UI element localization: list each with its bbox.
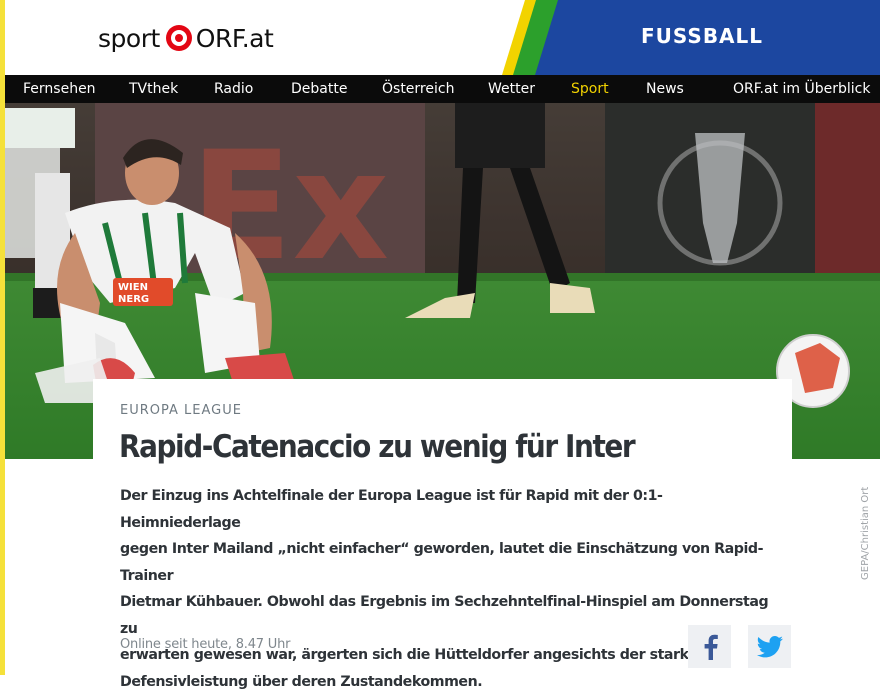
logo-sport-text: sport: [98, 24, 160, 53]
nav-item-radio[interactable]: Radio: [214, 75, 253, 103]
main-nav: Fernsehen TVthek Radio Debatte Österreic…: [5, 75, 880, 103]
svg-text:NERG: NERG: [118, 294, 149, 305]
lead-line: gegen Inter Mailand „nicht einfacher“ ge…: [120, 536, 780, 589]
nav-item-wetter[interactable]: Wetter: [488, 75, 535, 103]
article-card: EUROPA LEAGUE Rapid-Catenaccio zu wenig …: [93, 379, 792, 675]
site-header: sport ORF.at FUSSBALL: [5, 0, 880, 75]
logo-orf-text: ORF.at: [196, 24, 273, 53]
orf-sport-logo[interactable]: sport ORF.at: [98, 22, 273, 54]
article-lead: Der Einzug ins Achtelfinale der Europa L…: [120, 483, 780, 695]
nav-item-tvthek[interactable]: TVthek: [129, 75, 178, 103]
share-twitter-button[interactable]: [748, 625, 791, 668]
nav-item-news[interactable]: News: [646, 75, 684, 103]
article-headline[interactable]: Rapid-Catenaccio zu wenig für Inter: [119, 429, 779, 465]
nav-item-oesterreich[interactable]: Österreich: [382, 75, 454, 103]
share-facebook-button[interactable]: [688, 625, 731, 668]
lead-line: Der Einzug ins Achtelfinale der Europa L…: [120, 483, 780, 536]
nav-item-sport[interactable]: Sport: [571, 75, 609, 103]
section-title[interactable]: FUSSBALL: [641, 24, 763, 48]
twitter-icon: [757, 636, 783, 658]
nav-item-fernsehen[interactable]: Fernsehen: [23, 75, 96, 103]
publish-time: Online seit heute, 8.47 Uhr: [120, 637, 290, 652]
lead-line: Defensivleistung über deren Zustandekomm…: [120, 669, 780, 695]
lead-line: Dietmar Kühbauer. Obwohl das Ergebnis im…: [120, 589, 780, 642]
nav-item-debatte[interactable]: Debatte: [291, 75, 347, 103]
photo-credit: GEPA/Christian Ort: [860, 470, 874, 580]
svg-text:WIEN: WIEN: [118, 282, 148, 293]
accent-stripe: [0, 0, 5, 675]
article-kicker[interactable]: EUROPA LEAGUE: [120, 403, 242, 418]
nav-item-orf-overview[interactable]: ORF.at im Überblick: [733, 75, 870, 103]
orf-logo-icon: [166, 25, 192, 51]
facebook-icon: [699, 634, 721, 660]
